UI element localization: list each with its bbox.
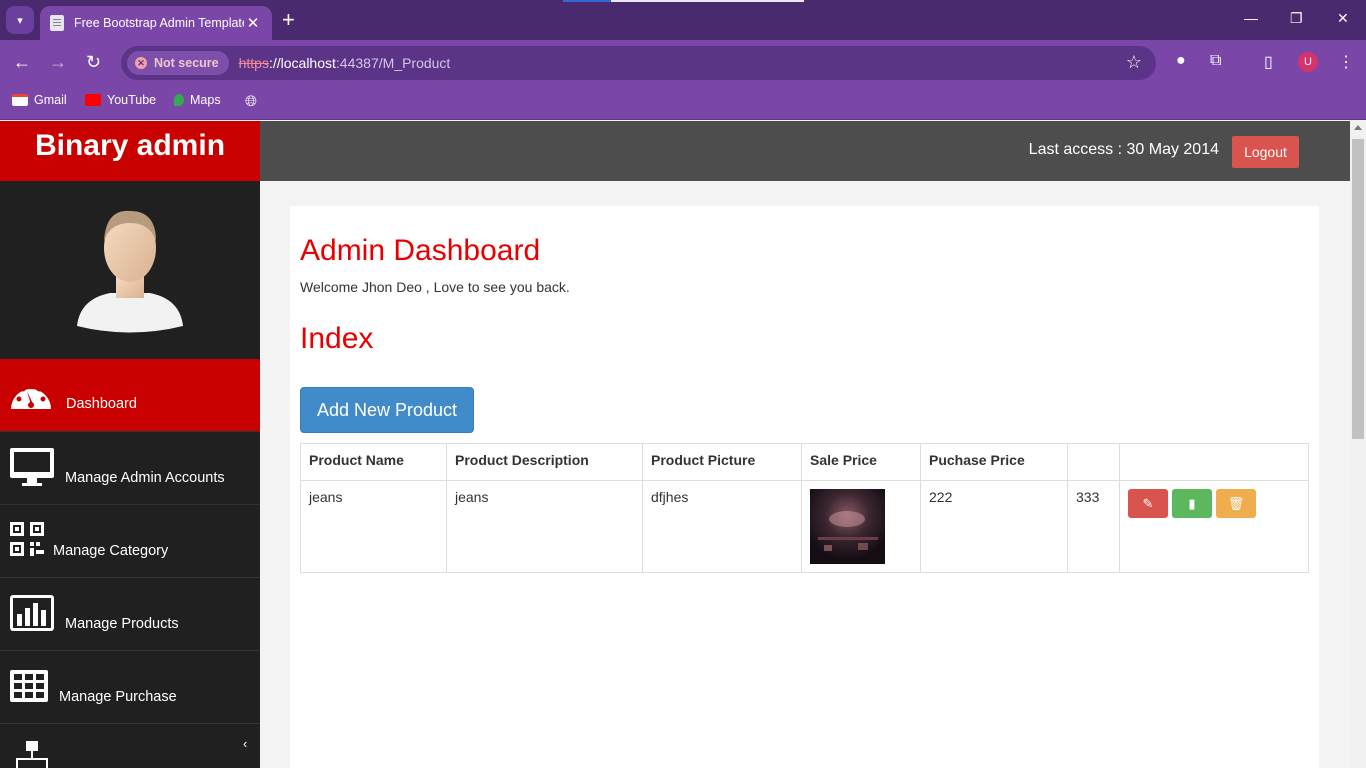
extensions-puzzle-icon[interactable]: ⧉: [1210, 52, 1221, 70]
column-header-product-name: Product Name: [300, 443, 447, 481]
sidebar-item-manage-purchase[interactable]: Manage Purchase: [0, 651, 260, 724]
browser-tab[interactable]: Free Bootstrap Admin Template ✕: [40, 6, 272, 40]
profile-avatar[interactable]: U: [1298, 52, 1318, 72]
close-tab-icon[interactable]: ✕: [244, 14, 262, 32]
not-secure-icon: ✕: [135, 57, 147, 69]
cell-product-description: jeans: [446, 480, 643, 573]
sidebar-item-label: Dashboard: [66, 396, 137, 412]
column-header-actions: [1119, 443, 1309, 481]
desktop-icon: [10, 448, 54, 486]
cell-product-name: jeans: [300, 480, 447, 573]
bookmark-label: Maps: [190, 93, 221, 107]
close-window-icon[interactable]: ✕: [1337, 10, 1349, 27]
bookmark-maps[interactable]: Maps: [174, 93, 221, 107]
url-host: ://localhost: [268, 55, 336, 71]
tab-title: Free Bootstrap Admin Template: [74, 16, 244, 30]
tab-search-button[interactable]: ▾: [6, 6, 34, 34]
cell-product-image: [801, 480, 921, 573]
trash-icon: 🗑︎: [1227, 496, 1245, 511]
add-new-product-button[interactable]: Add New Product: [300, 387, 474, 433]
url-scheme: https: [238, 55, 269, 71]
cell-purchase-price: 333: [1067, 480, 1120, 573]
dashboard-icon: [11, 382, 51, 409]
bookmark-label: Gmail: [34, 93, 67, 107]
scroll-up-icon[interactable]: [1354, 125, 1362, 130]
brand-logo[interactable]: Binary admin: [0, 121, 260, 181]
sidebar-item-dashboard[interactable]: Dashboard: [0, 359, 260, 432]
loading-indicator: [563, 0, 804, 2]
scrollbar-thumb[interactable]: [1352, 139, 1364, 439]
youtube-icon: [85, 94, 101, 106]
restore-icon[interactable]: ❐: [1290, 10, 1303, 27]
chevron-left-icon[interactable]: ‹: [243, 736, 247, 751]
welcome-message: Welcome Jhon Deo , Love to see you back.: [300, 279, 570, 295]
security-label: Not secure: [154, 56, 219, 70]
extension-icon[interactable]: ●: [1176, 52, 1186, 70]
back-icon[interactable]: ←: [13, 52, 31, 72]
sidebar-item-label: Manage Category: [53, 543, 169, 559]
sidebar-item-manage-category[interactable]: Manage Category: [0, 505, 260, 578]
address-bar[interactable]: ✕ Not secure https://localhost:44387/M_P…: [121, 46, 1156, 80]
column-header-product-description: Product Description: [446, 443, 643, 481]
cell-sale-price: 222: [920, 480, 1068, 573]
new-tab-button[interactable]: +: [282, 8, 295, 32]
logout-button[interactable]: Logout: [1232, 136, 1299, 168]
sidebar-item-label: Manage Purchase: [59, 689, 177, 705]
page-title: Admin Dashboard: [300, 234, 541, 267]
table-row: jeans jeans dfjhes 222 333 ✎ ▮ 🗑︎: [300, 480, 1309, 573]
last-access-text: Last access : 30 May 2014: [1028, 141, 1219, 158]
page-scrollbar[interactable]: [1350, 121, 1366, 768]
gmail-icon: [12, 94, 28, 106]
sidebar-item-manage-admin-accounts[interactable]: Manage Admin Accounts: [0, 432, 260, 505]
qrcode-icon: [10, 522, 44, 556]
browser-toolbar: ← → ↻ ✕ Not secure https://localhost:443…: [0, 40, 1366, 86]
sidebar-item-label: Manage Admin Accounts: [65, 470, 225, 486]
column-header-purchase-price: Puchase Price: [920, 443, 1068, 481]
bookmark-star-icon[interactable]: ☆: [1126, 52, 1142, 73]
url-text[interactable]: https://localhost:44387/M_Product: [239, 55, 451, 71]
book-icon: ▮: [1188, 496, 1196, 511]
bookmarks-bar: Gmail YouTube Maps 🌐︎: [0, 86, 1366, 120]
bookmark-youtube[interactable]: YouTube: [85, 93, 156, 107]
column-header-sale-price: Sale Price: [801, 443, 921, 481]
edit-icon: ✎: [1142, 496, 1154, 511]
top-navbar: Last access : 30 May 2014 Logout: [260, 121, 1350, 181]
menu-kebab-icon[interactable]: ⋮: [1338, 52, 1354, 72]
main-panel: Admin Dashboard Welcome Jhon Deo , Love …: [290, 206, 1319, 768]
security-chip[interactable]: ✕ Not secure: [127, 51, 229, 75]
user-avatar: [0, 181, 260, 359]
page-favicon-icon: [50, 15, 64, 31]
edit-button[interactable]: ✎: [1128, 489, 1168, 518]
product-thumbnail: [810, 489, 885, 564]
bookmark-label: YouTube: [107, 93, 157, 107]
products-table: Product Name Product Description Product…: [300, 443, 1309, 573]
forward-icon[interactable]: →: [49, 52, 67, 72]
cell-actions: ✎ ▮ 🗑︎: [1119, 480, 1309, 573]
sidebar-item-sitemap[interactable]: [0, 724, 260, 768]
details-button[interactable]: ▮: [1172, 489, 1212, 518]
minimize-icon[interactable]: —: [1244, 10, 1258, 26]
maps-icon: [174, 94, 184, 106]
column-header-blank: [1067, 443, 1120, 481]
sidebar-item-label: Manage Products: [65, 616, 179, 632]
user-avatar-icon: [77, 210, 183, 333]
browser-titlebar: ▾ Free Bootstrap Admin Template ✕ + — ❐ …: [0, 0, 1366, 40]
table-header-row: Product Name Product Description Product…: [300, 443, 1309, 481]
reload-icon[interactable]: ↻: [86, 52, 101, 72]
page: Binary admin Last access : 30 May 2014 L…: [0, 121, 1350, 768]
cell-product-picture: dfjhes: [642, 480, 802, 573]
table-icon: [10, 670, 48, 702]
url-path: :44387/M_Product: [335, 55, 451, 71]
section-title: Index: [300, 322, 374, 355]
globe-icon[interactable]: 🌐︎: [245, 93, 257, 110]
sidebar-item-manage-products[interactable]: Manage Products: [0, 578, 260, 651]
sitemap-icon: [16, 741, 48, 768]
side-panel-icon[interactable]: ▯: [1264, 52, 1273, 72]
bar-chart-icon: [10, 595, 54, 631]
delete-button[interactable]: 🗑︎: [1216, 489, 1256, 518]
bookmark-gmail[interactable]: Gmail: [12, 93, 67, 107]
column-header-product-picture: Product Picture: [642, 443, 802, 481]
sidebar: Dashboard Manage Admin Accounts Manage C…: [0, 181, 260, 768]
